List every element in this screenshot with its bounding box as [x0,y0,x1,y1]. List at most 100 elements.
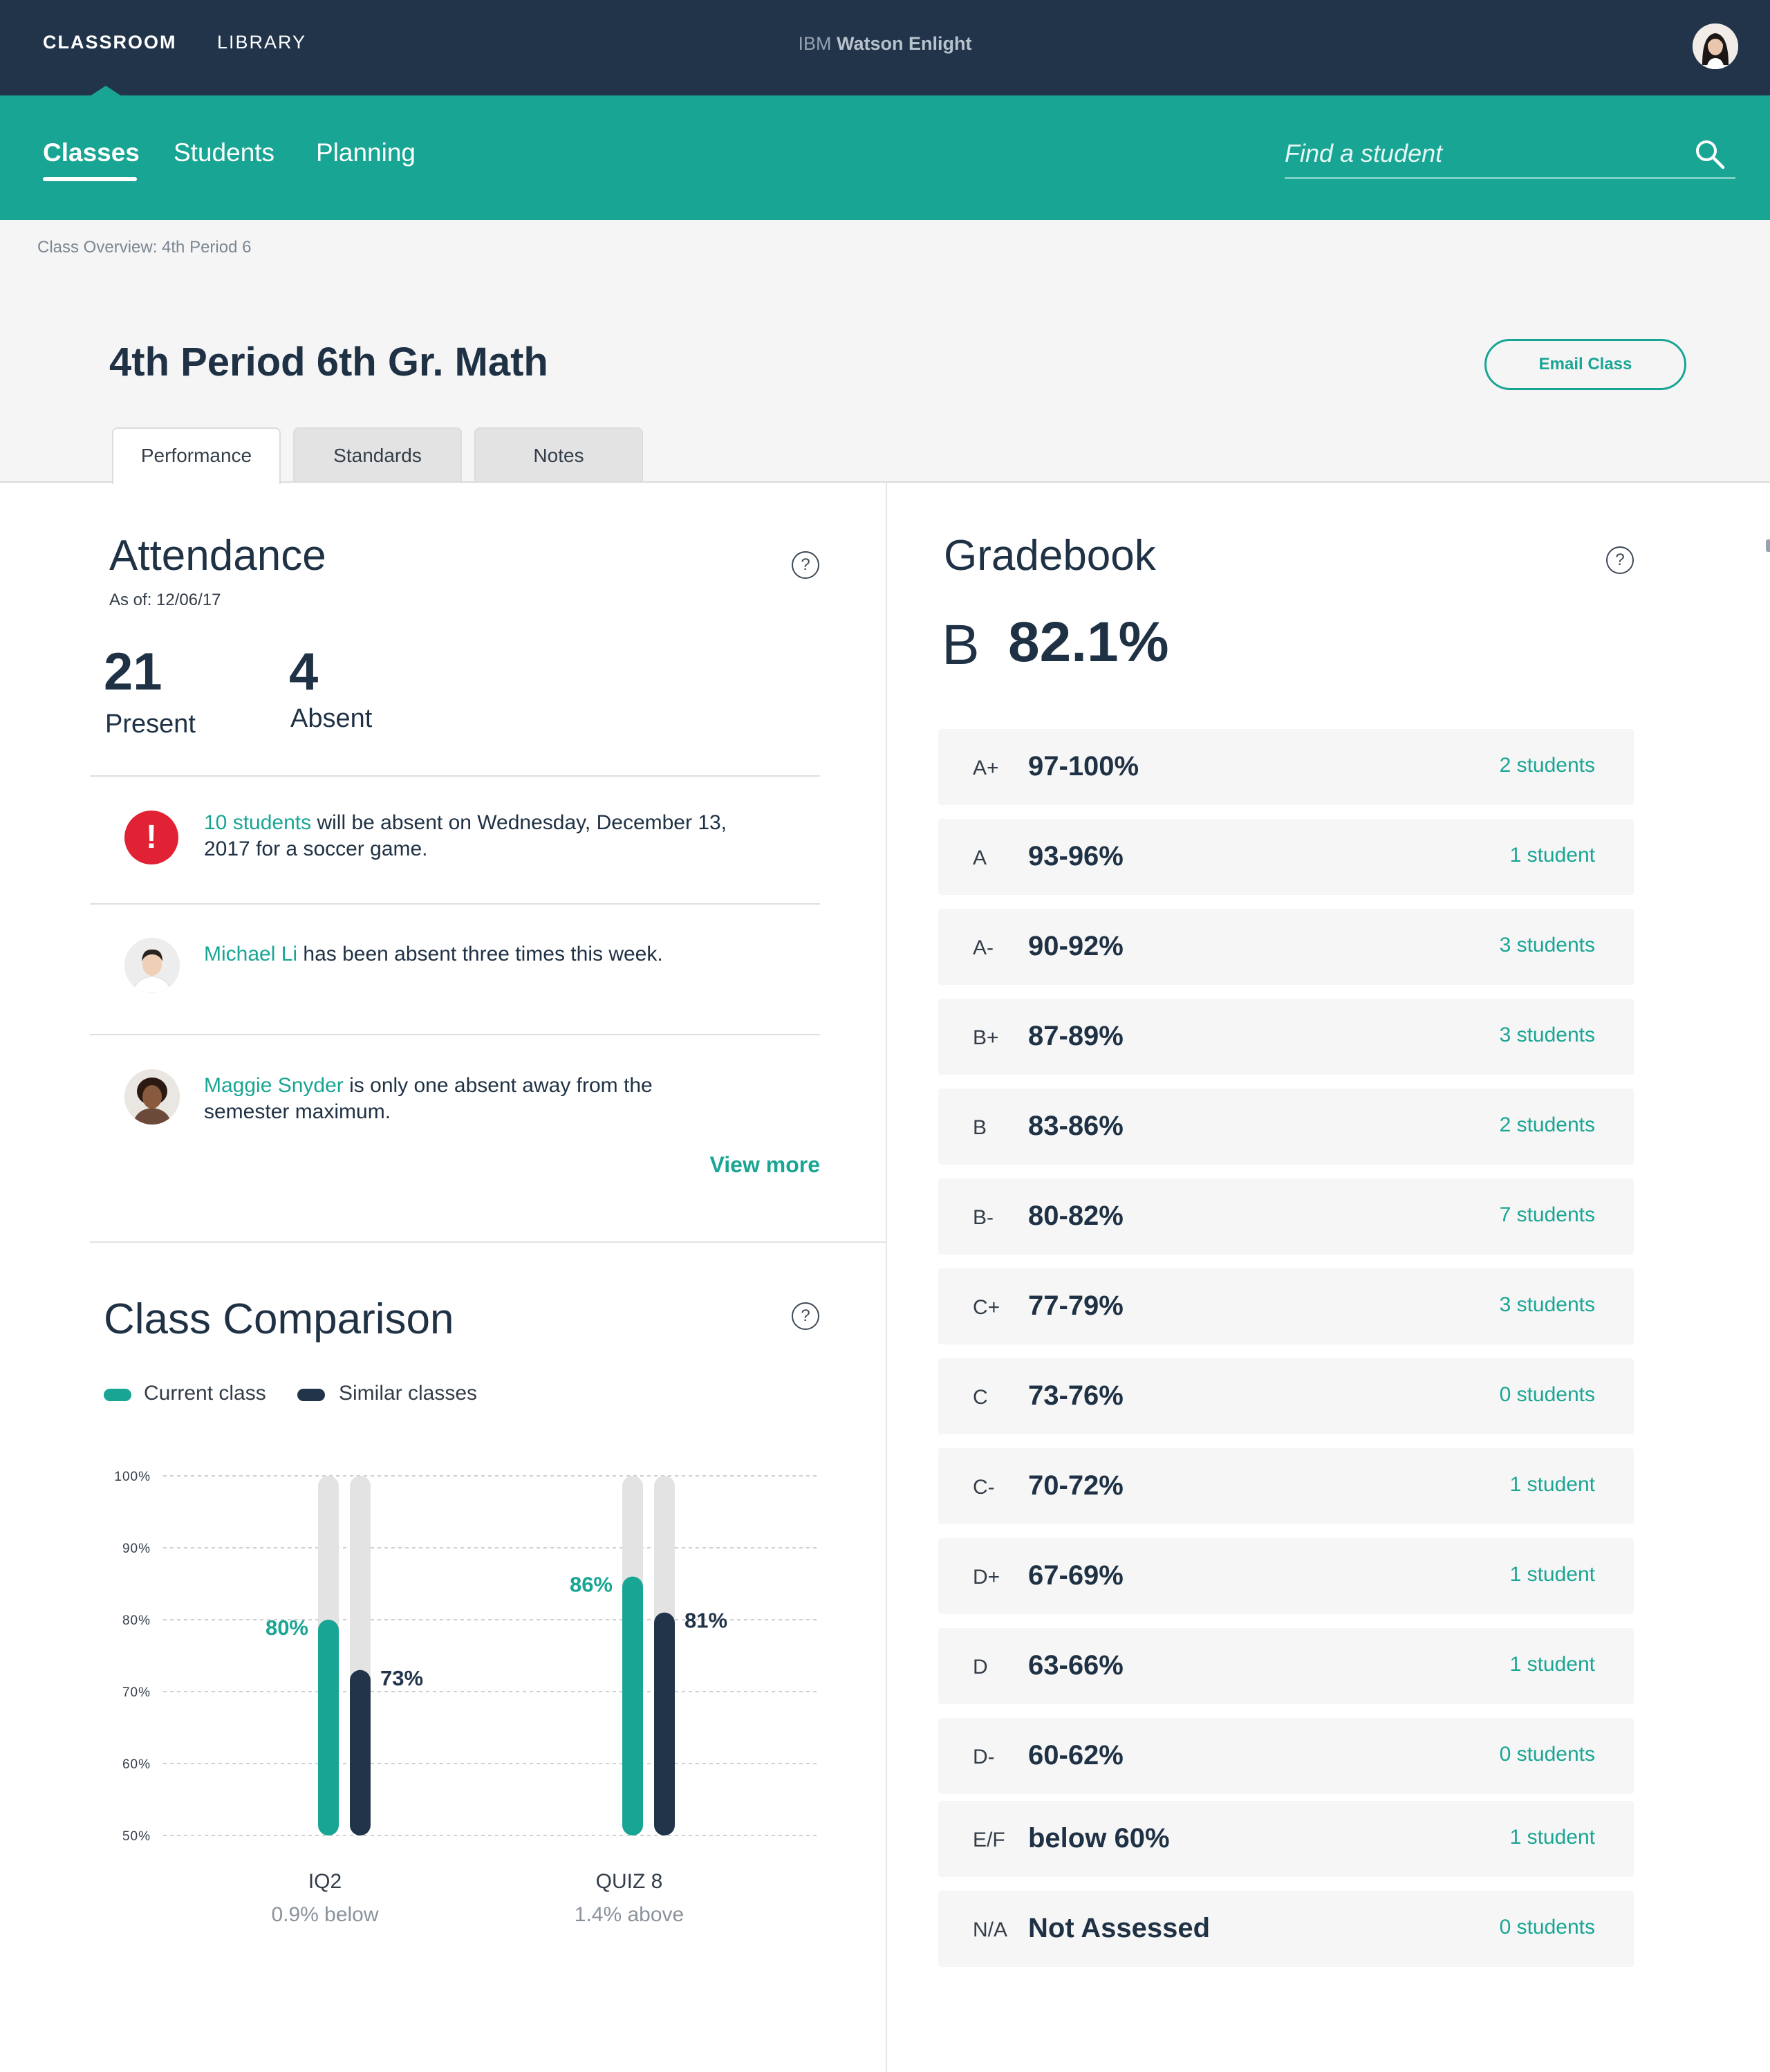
search-icon[interactable] [1694,138,1726,170]
grade-letter: C- [973,1476,995,1499]
legend-label-similar: Similar classes [339,1382,478,1405]
attendance-divider [90,1034,820,1035]
grade-student-count[interactable]: 3 students [1500,1024,1595,1047]
overall-grade-percent: 82.1% [1008,611,1169,674]
grade-row[interactable]: D+ 67-69% 1 student [938,1538,1634,1614]
search-input[interactable] [1285,134,1651,173]
grade-range: 77-79% [1028,1291,1124,1321]
grade-range: 83-86% [1028,1111,1124,1141]
grade-student-count[interactable]: 3 students [1500,934,1595,957]
tab-planning[interactable]: Planning [316,138,416,167]
grade-student-count[interactable]: 2 students [1500,1113,1595,1137]
nav-classroom[interactable]: CLASSROOM [43,32,177,59]
user-avatar[interactable] [1693,24,1738,69]
x-category-sublabel: 0.9% below [271,1903,378,1926]
attendance-help-icon[interactable]: ? [792,551,819,579]
grade-row[interactable]: C- 70-72% 1 student [938,1448,1634,1524]
view-more-link[interactable]: View more [691,1152,820,1178]
grade-letter: N/A [973,1918,1008,1941]
search-underline [1285,177,1735,179]
absent-label: Absent [290,704,373,733]
grade-student-count[interactable]: 1 student [1510,1473,1595,1497]
notice-link-maggie[interactable]: Maggie Snyder [204,1074,344,1097]
grade-row[interactable]: N/A Not Assessed 0 students [938,1891,1634,1967]
notice-michael: Michael Li has been absent three times t… [204,941,743,968]
grade-student-count[interactable]: 1 student [1510,1653,1595,1676]
absent-count: 4 [289,642,319,701]
grade-range: 90-92% [1028,931,1124,961]
grade-row[interactable]: B+ 87-89% 3 students [938,999,1634,1075]
grade-row[interactable]: D 63-66% 1 student [938,1628,1634,1704]
grade-letter: D- [973,1746,995,1768]
comparison-help-icon[interactable]: ? [792,1302,819,1330]
email-class-button[interactable]: Email Class [1484,339,1686,390]
present-count: 21 [104,642,162,701]
bar-current [318,1620,339,1835]
grade-range: 97-100% [1028,751,1139,781]
tab-classes[interactable]: Classes [43,138,140,167]
edge-peek-marker [1766,539,1770,552]
grade-row[interactable]: A- 90-92% 3 students [938,909,1634,985]
grade-row[interactable]: A 93-96% 1 student [938,819,1634,895]
grade-student-count[interactable]: 3 students [1500,1293,1595,1317]
nav-library[interactable]: LIBRARY [217,32,306,59]
grade-student-count[interactable]: 1 student [1510,1563,1595,1587]
tab-notes[interactable]: Notes [474,427,643,483]
grade-student-count[interactable]: 0 students [1500,1916,1595,1939]
brand-logo: IBM Watson Enlight [761,33,1009,55]
grade-range: 93-96% [1028,841,1124,871]
grade-range: 67-69% [1028,1560,1124,1591]
y-tick-label: 100% [114,1470,151,1484]
grade-row[interactable]: C+ 77-79% 3 students [938,1268,1634,1344]
gradebook-help-icon[interactable]: ? [1606,546,1634,574]
tab-performance[interactable]: Performance [112,427,281,484]
grade-letter: A- [973,936,994,959]
active-nav-caret [90,86,122,96]
notice-text: has been absent three times this week. [297,943,663,965]
data-label-current: 86% [570,1573,613,1597]
grade-range: 87-89% [1028,1021,1124,1051]
grade-row[interactable]: E/F below 60% 1 student [938,1801,1634,1877]
grade-letter: A+ [973,757,999,779]
grade-row[interactable]: C 73-76% 0 students [938,1358,1634,1434]
legend-label-current: Current class [144,1382,266,1405]
grade-student-count[interactable]: 1 student [1510,1826,1595,1849]
x-category-label: IQ2 [308,1870,342,1893]
grade-row[interactable]: B 83-86% 2 students [938,1089,1634,1165]
x-category-sublabel: 1.4% above [575,1903,684,1926]
tab-students[interactable]: Students [174,138,274,167]
active-tab-underline [43,177,137,181]
grade-range: 60-62% [1028,1740,1124,1770]
avatar-maggie-icon [124,1069,180,1125]
notice-link-students[interactable]: 10 students [204,811,311,834]
overall-grade-letter: B [942,613,980,676]
grade-row[interactable]: A+ 97-100% 2 students [938,729,1634,805]
grade-student-count[interactable]: 2 students [1500,754,1595,777]
notice-link-michael[interactable]: Michael Li [204,943,297,965]
data-label-current: 80% [266,1616,308,1640]
tab-standards[interactable]: Standards [293,427,462,483]
y-tick-label: 80% [122,1613,151,1628]
grade-student-count[interactable]: 7 students [1500,1203,1595,1227]
grade-letter: B- [973,1206,994,1229]
grade-student-count[interactable]: 0 students [1500,1743,1595,1766]
attendance-divider [90,775,820,777]
section-divider [90,1241,886,1243]
grade-row[interactable]: B- 80-82% 7 students [938,1178,1634,1255]
bar-current [622,1576,643,1835]
y-tick-label: 50% [122,1829,151,1844]
student-avatar-michael[interactable] [124,938,180,993]
data-label-similar: 81% [684,1609,727,1633]
grade-student-count[interactable]: 1 student [1510,844,1595,867]
breadcrumb[interactable]: Class Overview: 4th Period 6 [37,238,251,257]
notice-soccer: 10 students will be absent on Wednesday,… [204,810,743,862]
grade-row[interactable]: D- 60-62% 0 students [938,1718,1634,1794]
grade-letter: B+ [973,1026,999,1049]
student-avatar-maggie[interactable] [124,1069,180,1125]
grade-range: 73-76% [1028,1380,1124,1411]
grade-student-count[interactable]: 0 students [1500,1383,1595,1407]
class-comparison-chart: 100% 90% 80% 70% 60% 50% 80% 73% IQ2 0.9% below 86… [114,1470,820,1926]
attendance-as-of: As of: 12/06/17 [109,591,221,609]
grade-letter: D [973,1656,988,1678]
present-label: Present [105,710,196,739]
